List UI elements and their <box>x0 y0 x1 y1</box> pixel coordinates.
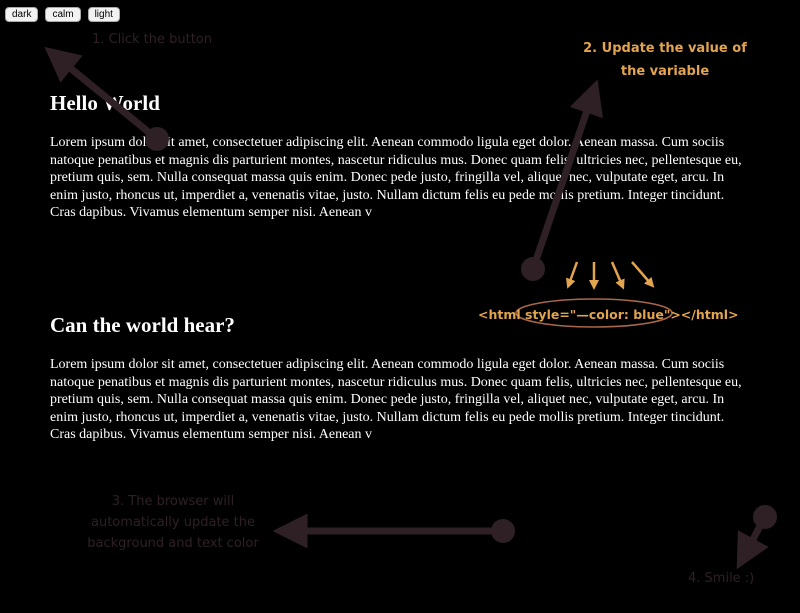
calm-theme-button[interactable]: calm <box>45 7 81 22</box>
step-4-annotation: 4. Smile :) <box>688 571 755 586</box>
arrow-to-browser-note <box>272 513 515 549</box>
section-2-paragraph: Lorem ipsum dolor sit amet, consectetuer… <box>50 357 742 442</box>
step-1-annotation: 1. Click the button <box>92 32 212 47</box>
section-1-heading: Hello World <box>50 91 160 115</box>
html-code-snippet: <html style="—color: blue"></html> <box>478 307 739 322</box>
light-theme-button[interactable]: light <box>87 7 120 22</box>
arrow-to-smile-note <box>736 505 777 570</box>
variable-update-arrows <box>566 261 655 290</box>
theme-button-group: dark calm light <box>5 7 120 22</box>
step-2-annotation: 2. Update the value of the variable <box>583 41 747 79</box>
step-3-annotation: 3. The browser will automatically update… <box>87 494 259 551</box>
dark-theme-button[interactable]: dark <box>5 7 39 22</box>
section-1-paragraph: Lorem ipsum dolor sit amet, consectetuer… <box>50 135 742 220</box>
section-2-heading: Can the world hear? <box>50 313 235 337</box>
